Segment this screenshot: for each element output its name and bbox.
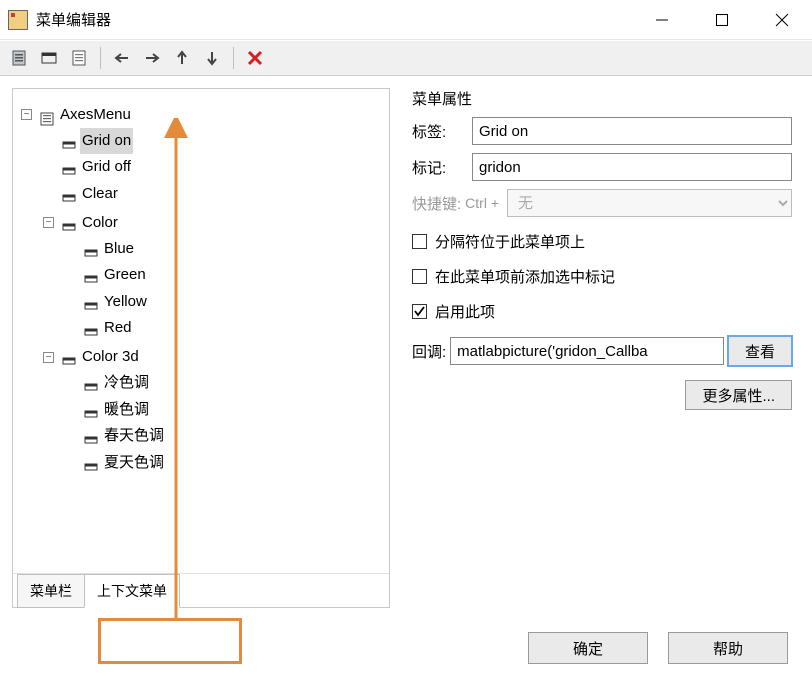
tree-node[interactable]: Grid on	[43, 128, 133, 154]
tree-node-label: Color	[80, 210, 120, 236]
menu-item-icon	[84, 403, 98, 417]
tab-contextmenu[interactable]: 上下文菜单	[84, 574, 180, 608]
tree-node[interactable]: 冷色调	[65, 370, 151, 396]
tree-pane: − AxesMenu Grid on Grid off Clear − Color…	[12, 88, 390, 608]
shortcut-ctrl-text: Ctrl +	[465, 195, 499, 211]
menu-item-icon	[84, 321, 98, 335]
menu-item-icon	[62, 160, 76, 174]
tree-node-label: Blue	[102, 236, 136, 262]
tree-node-label: Green	[102, 262, 148, 288]
help-button[interactable]: 帮助	[668, 632, 788, 664]
label-mark: 标记:	[412, 157, 468, 178]
move-down-button[interactable]	[199, 45, 225, 71]
new-item-button[interactable]	[66, 45, 92, 71]
addcheckmark-check-label: 在此菜单项前添加选中标记	[435, 266, 615, 287]
tree-node[interactable]: Green	[65, 262, 148, 288]
tree-node-label: Grid on	[80, 128, 133, 154]
tree-node-label: Color 3d	[80, 344, 141, 370]
tree-node[interactable]: Yellow	[65, 289, 149, 315]
tree-node-label: Yellow	[102, 289, 149, 315]
tree-node-label: 暖色调	[102, 397, 151, 423]
expander-icon[interactable]: −	[21, 109, 32, 120]
tree-node-axesmenu[interactable]: − AxesMenu	[21, 102, 133, 128]
label-tag: 标签:	[412, 121, 468, 142]
move-up-button[interactable]	[169, 45, 195, 71]
menu-item-icon	[84, 242, 98, 256]
move-right-button[interactable]	[139, 45, 165, 71]
maximize-button[interactable]	[692, 0, 752, 40]
tree-node[interactable]: Red	[65, 315, 134, 341]
menu-tree[interactable]: − AxesMenu Grid on Grid off Clear − Color…	[13, 89, 389, 573]
tree-node[interactable]: 春天色调	[65, 423, 166, 449]
menu-item-icon	[84, 429, 98, 443]
tab-menubar[interactable]: 菜单栏	[17, 574, 85, 608]
ok-button[interactable]: 确定	[528, 632, 648, 664]
move-left-button[interactable]	[109, 45, 135, 71]
menu-item-icon	[62, 187, 76, 201]
shortcut-select[interactable]: 无	[507, 189, 792, 217]
tree-node[interactable]: − Color	[43, 210, 120, 236]
toolbar-separator	[233, 47, 234, 69]
addcheckmark-checkbox[interactable]	[412, 269, 427, 284]
separator-checkbox[interactable]	[412, 234, 427, 249]
more-properties-button[interactable]: 更多属性...	[685, 380, 792, 410]
tree-node-label: 夏天色调	[102, 450, 166, 476]
menu-item-icon	[62, 134, 76, 148]
toolbar	[0, 40, 812, 76]
tag-input[interactable]	[472, 117, 792, 145]
app-icon	[8, 10, 28, 30]
dialog-footer: 确定 帮助	[0, 620, 812, 676]
tree-node-label: 冷色调	[102, 370, 151, 396]
menu-item-icon	[62, 350, 76, 364]
new-menu-button[interactable]	[6, 45, 32, 71]
tree-node-label: Grid off	[80, 154, 133, 180]
new-contextmenu-button[interactable]	[36, 45, 62, 71]
toolbar-separator	[100, 47, 101, 69]
properties-header: 菜单属性	[412, 88, 792, 109]
menu-item-icon	[84, 268, 98, 282]
delete-button[interactable]	[242, 45, 268, 71]
context-menu-icon	[40, 108, 54, 122]
tree-node[interactable]: Blue	[65, 236, 136, 262]
menu-item-icon	[62, 216, 76, 230]
tree-node[interactable]: 暖色调	[65, 397, 151, 423]
tree-node-label: AxesMenu	[58, 102, 133, 128]
enable-checkbox[interactable]	[412, 304, 427, 319]
menu-item-icon	[84, 295, 98, 309]
tree-node-label: Clear	[80, 181, 120, 207]
tree-node[interactable]: Grid off	[43, 154, 133, 180]
label-callback: 回调:	[412, 341, 446, 362]
menu-item-icon	[84, 456, 98, 470]
tree-node[interactable]: − Color 3d	[43, 344, 141, 370]
separator-check-label: 分隔符位于此菜单项上	[435, 231, 585, 252]
expander-icon[interactable]: −	[43, 217, 54, 228]
main-area: − AxesMenu Grid on Grid off Clear − Color…	[0, 76, 812, 620]
properties-pane: 菜单属性 标签: 标记: 快捷键: Ctrl + 无 分隔符位于此菜单项上 在此…	[404, 88, 800, 608]
mark-input[interactable]	[472, 153, 792, 181]
tree-node[interactable]: Clear	[43, 181, 120, 207]
tree-node-label: 春天色调	[102, 423, 166, 449]
titlebar: 菜单编辑器	[0, 0, 812, 40]
menu-item-icon	[84, 376, 98, 390]
tree-node-label: Red	[102, 315, 134, 341]
label-shortcut: 快捷键:	[412, 193, 461, 214]
close-button[interactable]	[752, 0, 812, 40]
view-button[interactable]: 查看	[728, 336, 792, 366]
tab-row: 菜单栏 上下文菜单	[13, 573, 389, 607]
minimize-button[interactable]	[632, 0, 692, 40]
callback-input[interactable]	[450, 337, 724, 365]
tree-node[interactable]: 夏天色调	[65, 450, 166, 476]
enable-check-label: 启用此项	[435, 301, 495, 322]
window-title: 菜单编辑器	[36, 9, 111, 30]
expander-icon[interactable]: −	[43, 352, 54, 363]
